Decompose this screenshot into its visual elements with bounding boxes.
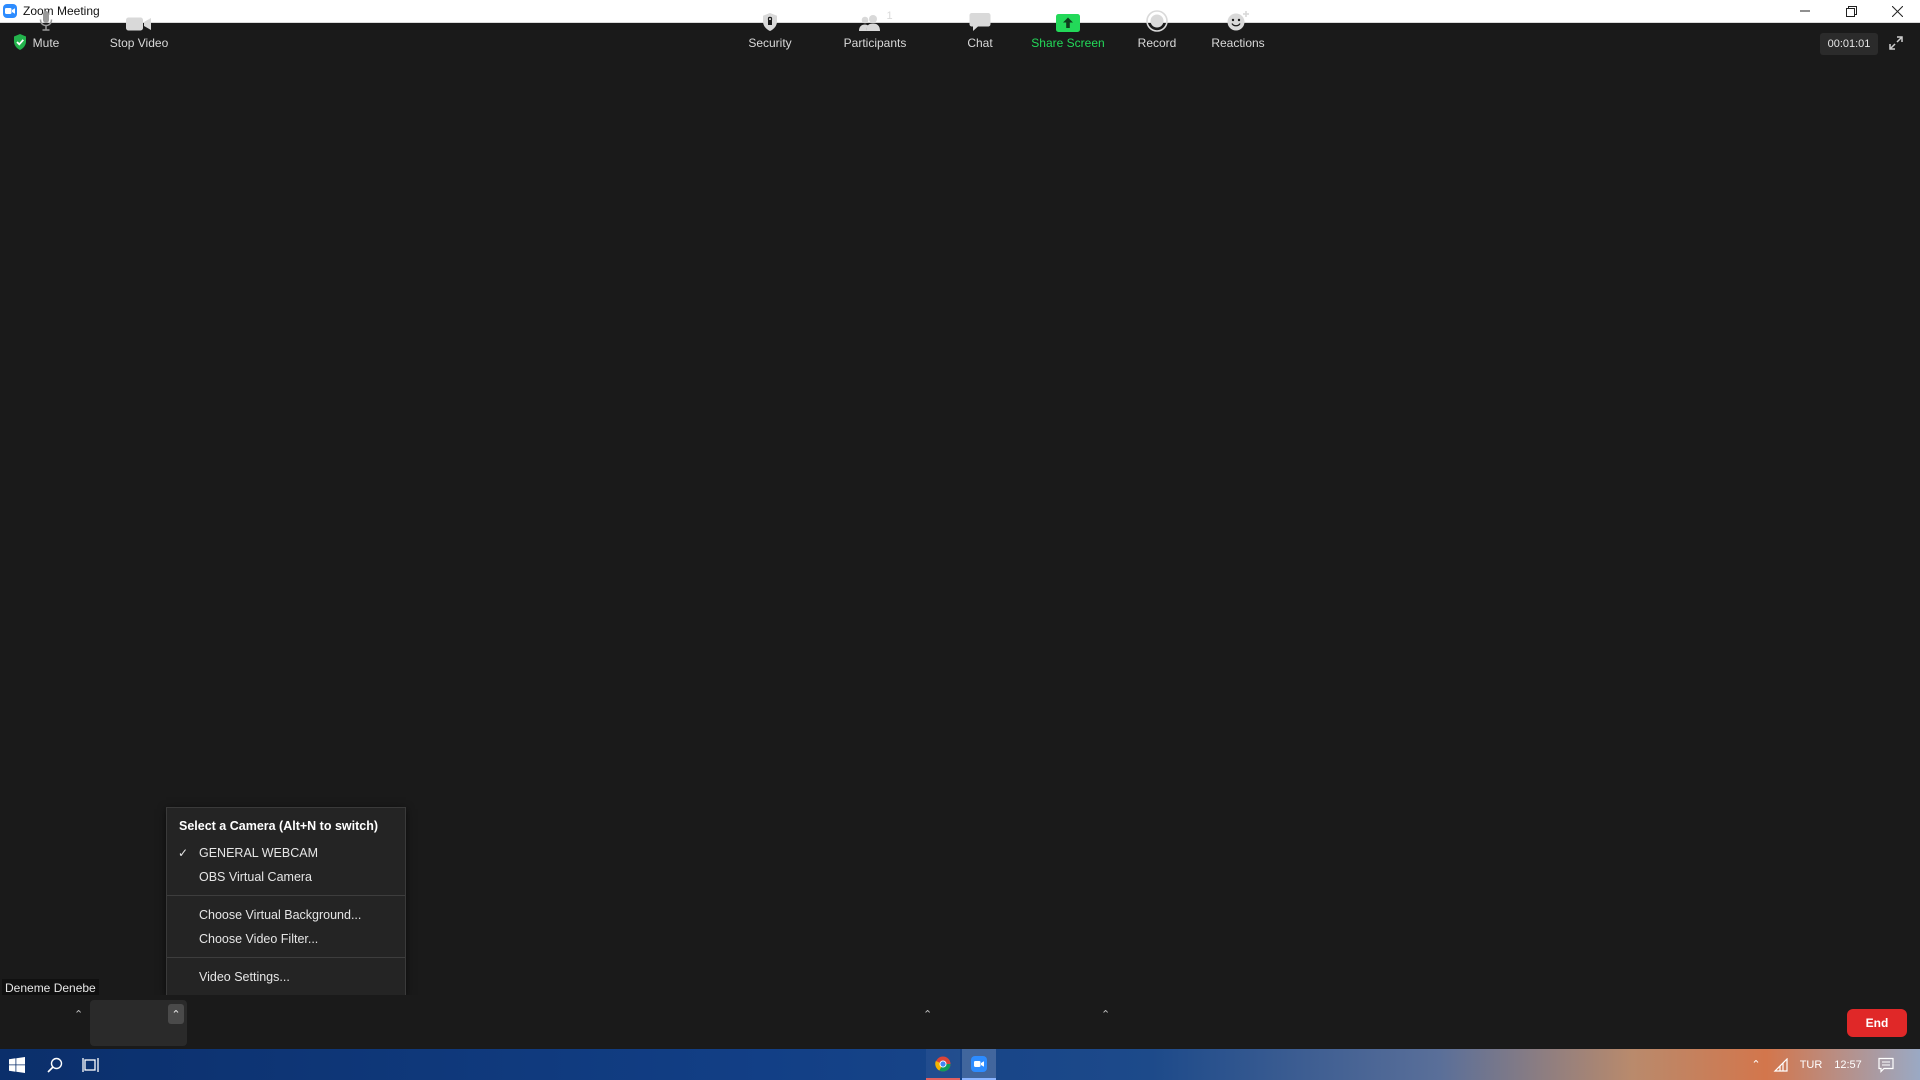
menu-item-label: Choose Video Filter... <box>199 932 319 946</box>
menu-item-video-settings[interactable]: Video Settings... <box>167 966 405 988</box>
record-label: Record <box>1137 36 1177 50</box>
chrome-taskbar-icon[interactable] <box>926 1049 960 1080</box>
end-meeting-button[interactable]: End <box>1847 1009 1907 1037</box>
camera-select-menu: Select a Camera (Alt+N to switch) ✓ GENE… <box>166 807 406 996</box>
search-icon[interactable] <box>38 1049 72 1080</box>
mute-button[interactable]: Mute <box>22 0 70 54</box>
windows-start-icon[interactable] <box>0 1049 34 1080</box>
menu-item-label: Choose Virtual Background... <box>199 908 362 922</box>
participants-button[interactable]: 1 Participants <box>838 0 912 54</box>
menu-item-obs-virtual-camera[interactable]: OBS Virtual Camera <box>167 866 405 888</box>
reactions-label: Reactions <box>1211 36 1265 50</box>
clock-time: 12:57 <box>1834 1058 1862 1071</box>
language-indicator[interactable]: TUR <box>1796 1049 1826 1080</box>
share-screen-arrow-icon <box>1056 10 1080 32</box>
participants-count: 1 <box>886 10 893 22</box>
zoom-taskbar-icon[interactable] <box>962 1049 996 1080</box>
language-label: TUR <box>1799 1058 1823 1071</box>
chat-button[interactable]: Chat <box>960 0 1000 54</box>
clock[interactable]: 12:57 <box>1830 1049 1866 1080</box>
windows-taskbar: ⌃ TUR 12:57 <box>0 1049 1920 1080</box>
task-view-icon[interactable] <box>74 1049 108 1080</box>
security-button[interactable]: Security <box>742 0 798 54</box>
reactions-button[interactable]: Reactions <box>1208 0 1268 54</box>
share-screen-button[interactable]: Share Screen <box>1030 0 1106 54</box>
close-button[interactable] <box>1874 0 1920 22</box>
chat-label: Chat <box>967 36 993 50</box>
meeting-timer: 00:01:01 <box>1820 33 1878 55</box>
stop-video-button[interactable]: Stop Video <box>99 0 179 54</box>
participants-icon: 1 <box>857 10 893 32</box>
menu-divider <box>167 895 405 896</box>
show-hidden-icons-chevron-up-icon[interactable]: ⌃ <box>1746 1049 1766 1080</box>
checkmark-icon: ✓ <box>177 846 189 860</box>
fullscreen-icon[interactable] <box>1888 35 1904 56</box>
stop-video-label: Stop Video <box>109 36 169 50</box>
restore-button[interactable] <box>1828 0 1874 22</box>
menu-item-general-webcam[interactable]: ✓ GENERAL WEBCAM <box>167 842 405 864</box>
chat-bubble-icon <box>969 10 991 32</box>
network-wifi-icon[interactable] <box>1770 1049 1792 1080</box>
menu-item-label: OBS Virtual Camera <box>199 870 313 884</box>
microphone-icon <box>38 10 54 32</box>
record-icon <box>1146 10 1168 32</box>
notifications-icon[interactable] <box>1872 1049 1900 1080</box>
participants-label: Participants <box>843 36 907 50</box>
security-label: Security <box>748 36 792 50</box>
security-shield-icon <box>761 10 779 32</box>
menu-item-video-filter[interactable]: Choose Video Filter... <box>167 928 405 950</box>
window-controls <box>1782 0 1920 22</box>
share-screen-label: Share Screen <box>1031 36 1105 50</box>
menu-item-label: Video Settings... <box>199 970 290 984</box>
emoji-plus-icon <box>1226 10 1250 32</box>
zoom-app-icon <box>3 4 17 18</box>
video-options-chevron-up-icon[interactable]: ⌃ <box>168 1004 184 1024</box>
video-camera-icon <box>126 10 152 32</box>
menu-item-label: GENERAL WEBCAM <box>199 846 319 860</box>
record-button[interactable]: Record <box>1134 0 1180 54</box>
audio-options-chevron-up-icon[interactable]: ⌃ <box>74 1008 83 1021</box>
menu-divider <box>167 957 405 958</box>
meeting-toolbar <box>0 995 1920 1049</box>
participant-name-tag: Deneme Denebe <box>2 979 99 996</box>
mute-label: Mute <box>32 36 60 50</box>
menu-item-virtual-background[interactable]: Choose Virtual Background... <box>167 904 405 926</box>
camera-menu-title: Select a Camera (Alt+N to switch) <box>179 819 379 833</box>
share-options-chevron-up-icon[interactable]: ⌃ <box>1101 1008 1110 1021</box>
participants-options-chevron-up-icon[interactable]: ⌃ <box>923 1008 932 1021</box>
minimize-button[interactable] <box>1782 0 1828 22</box>
